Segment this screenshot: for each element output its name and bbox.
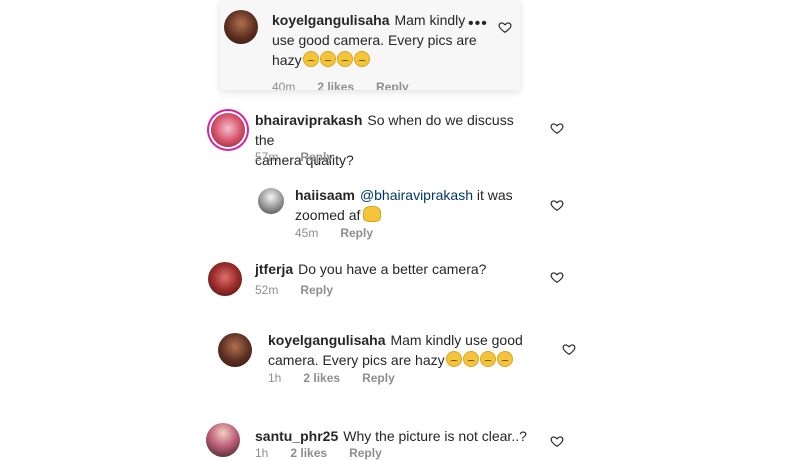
highlighted-comment-inset: koyelgangulisaha Mam kindly use good came… [220, 0, 520, 90]
mention-link[interactable]: @bhairaviprakash [360, 187, 473, 203]
comment-meta: 40m 2 likes Reply [272, 80, 431, 90]
comment-body: santu_phr25 Why the picture is not clear.… [255, 426, 545, 446]
more-horizontal-icon[interactable]: ••• [468, 15, 488, 33]
comment-likes[interactable]: 2 likes [317, 80, 354, 90]
comment-time: 57m [255, 150, 279, 164]
comment-meta: 1h 2 likes Reply [255, 446, 404, 460]
reply-button[interactable]: Reply [362, 371, 395, 385]
comment-username[interactable]: santu_phr25 [255, 428, 338, 444]
comment-text-line: use good camera. Every pics are [272, 32, 477, 48]
comment-time: 52m [255, 283, 279, 297]
weary-face-icon [496, 351, 513, 367]
reply-button[interactable]: Reply [349, 446, 382, 460]
avatar[interactable] [206, 423, 240, 457]
weary-face-icon [353, 51, 370, 67]
heart-outline-icon[interactable] [562, 342, 576, 356]
comment-username[interactable]: jtferja [255, 261, 293, 277]
heart-outline-icon[interactable] [550, 434, 564, 448]
comment-body: jtferja Do you have a better camera? [255, 259, 535, 279]
comment-likes[interactable]: 2 likes [303, 371, 340, 385]
reply-button[interactable]: Reply [300, 150, 333, 164]
comment-body: koyelgangulisaha Mam kindly use good came… [272, 10, 492, 70]
avatar[interactable] [208, 262, 242, 296]
comment-username[interactable]: haiisaam [295, 187, 355, 203]
comment-text-line: hazy [272, 52, 302, 68]
comment-meta: 45m Reply [295, 226, 395, 240]
comment-time: 1h [255, 446, 269, 460]
comment-text-line: Mam kindly use good [390, 332, 523, 348]
comment-body: haiisaam @bhairaviprakash it was zoomed a… [295, 185, 535, 225]
comment-text-line: zoomed af [295, 207, 361, 223]
comment-time: 1h [268, 371, 282, 385]
heart-outline-icon[interactable] [498, 20, 512, 34]
reply-button[interactable]: Reply [340, 226, 373, 240]
weary-face-icon [302, 51, 319, 67]
comment-text-line: Mam kindly [394, 12, 466, 28]
heart-outline-icon[interactable] [550, 198, 564, 212]
comment-username[interactable]: koyelgangulisaha [268, 332, 385, 348]
comment-likes[interactable]: 2 likes [290, 446, 327, 460]
weary-face-icon [336, 51, 353, 67]
comment-username[interactable]: bhairaviprakash [255, 112, 362, 128]
weary-face-icon [319, 51, 336, 67]
comment-meta: 52m Reply [255, 283, 355, 297]
comment-meta: 1h 2 likes Reply [268, 371, 417, 385]
comment-text-line: Do you have a better camera? [298, 261, 487, 277]
comment-text-line: Why the picture is not clear..? [343, 428, 527, 444]
heart-outline-icon[interactable] [550, 121, 564, 135]
comment-time: 45m [295, 226, 319, 240]
comment-meta: 57m Reply [255, 150, 355, 164]
comment-text-line: camera. Every pics are hazy [268, 352, 445, 368]
comment-time: 40m [272, 80, 296, 90]
avatar[interactable] [218, 333, 252, 367]
avatar[interactable] [224, 10, 258, 44]
weary-face-icon [479, 351, 496, 367]
comment-username[interactable]: koyelgangulisaha [272, 12, 389, 28]
reply-button[interactable]: Reply [300, 283, 333, 297]
weary-face-icon [445, 351, 462, 367]
weary-face-icon [462, 351, 479, 367]
avatar[interactable] [258, 188, 284, 214]
heart-outline-icon[interactable] [550, 270, 564, 284]
comment-body: koyelgangulisaha Mam kindly use good came… [268, 330, 548, 370]
avatar[interactable] [211, 113, 245, 147]
raising-hands-icon [363, 206, 382, 222]
comment-text-line: it was [476, 187, 513, 203]
reply-button[interactable]: Reply [376, 80, 409, 90]
